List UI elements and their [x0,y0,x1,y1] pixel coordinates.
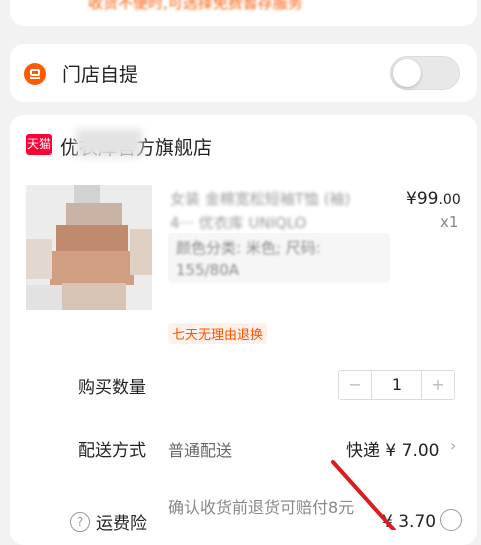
quantity-stepper: − 1 + [338,370,455,400]
price-symbol: ¥ [406,189,417,209]
insurance-radio[interactable] [440,509,462,531]
product-quantity: x1 [440,213,459,231]
quantity-minus-button[interactable]: − [339,371,372,399]
shipping-method: 普通配送 [168,441,233,460]
watermark: www.jingyanla.com [362,472,469,485]
quantity-input[interactable]: 1 [372,371,422,399]
insurance-description: 确认收货前退货可赔付8元 [168,498,355,517]
help-icon[interactable]: ? [70,512,90,532]
product-spec-box[interactable]: 颜色分类: 米色; 尺码: 155/80A [168,233,390,283]
store-pickup-row[interactable]: 门店自提 [10,44,477,102]
quantity-plus-button[interactable]: + [421,371,454,399]
product-spec: 颜色分类: 米色; 尺码: 155/80A [176,239,321,279]
toggle-knob [393,59,421,87]
insurance-price: ¥ 3.70 [382,512,437,532]
return-policy-badge: 七天无理由退换 [168,323,268,344]
product-image[interactable] [26,185,152,310]
delivery-notice-card: 收货不便时,可选择免费暂存服务 [10,0,477,26]
insurance-label: 运费险 [96,514,147,534]
shipping-label: 配送方式 [78,441,146,461]
delivery-notice-text: 收货不便时,可选择免费暂存服务 [88,0,303,12]
shipping-price[interactable]: 快递 ¥ 7.00 [346,436,439,461]
price-integer: 99 [416,189,439,209]
redaction-blur [76,129,142,157]
store-pickup-icon [24,63,46,85]
quantity-label: 购买数量 [78,378,146,398]
store-pickup-toggle[interactable] [390,56,460,90]
product-title[interactable]: 女装 金棉宽松短袖T恤 (袖) 4··· 优衣库 UNIQLO [170,187,370,235]
tmall-logo-icon: 天猫 [26,134,52,155]
product-price: ¥99.00 [406,189,461,209]
chevron-right-icon[interactable]: › [450,436,456,455]
price-decimal: .00 [438,192,461,208]
store-pickup-label: 门店自提 [62,64,139,86]
